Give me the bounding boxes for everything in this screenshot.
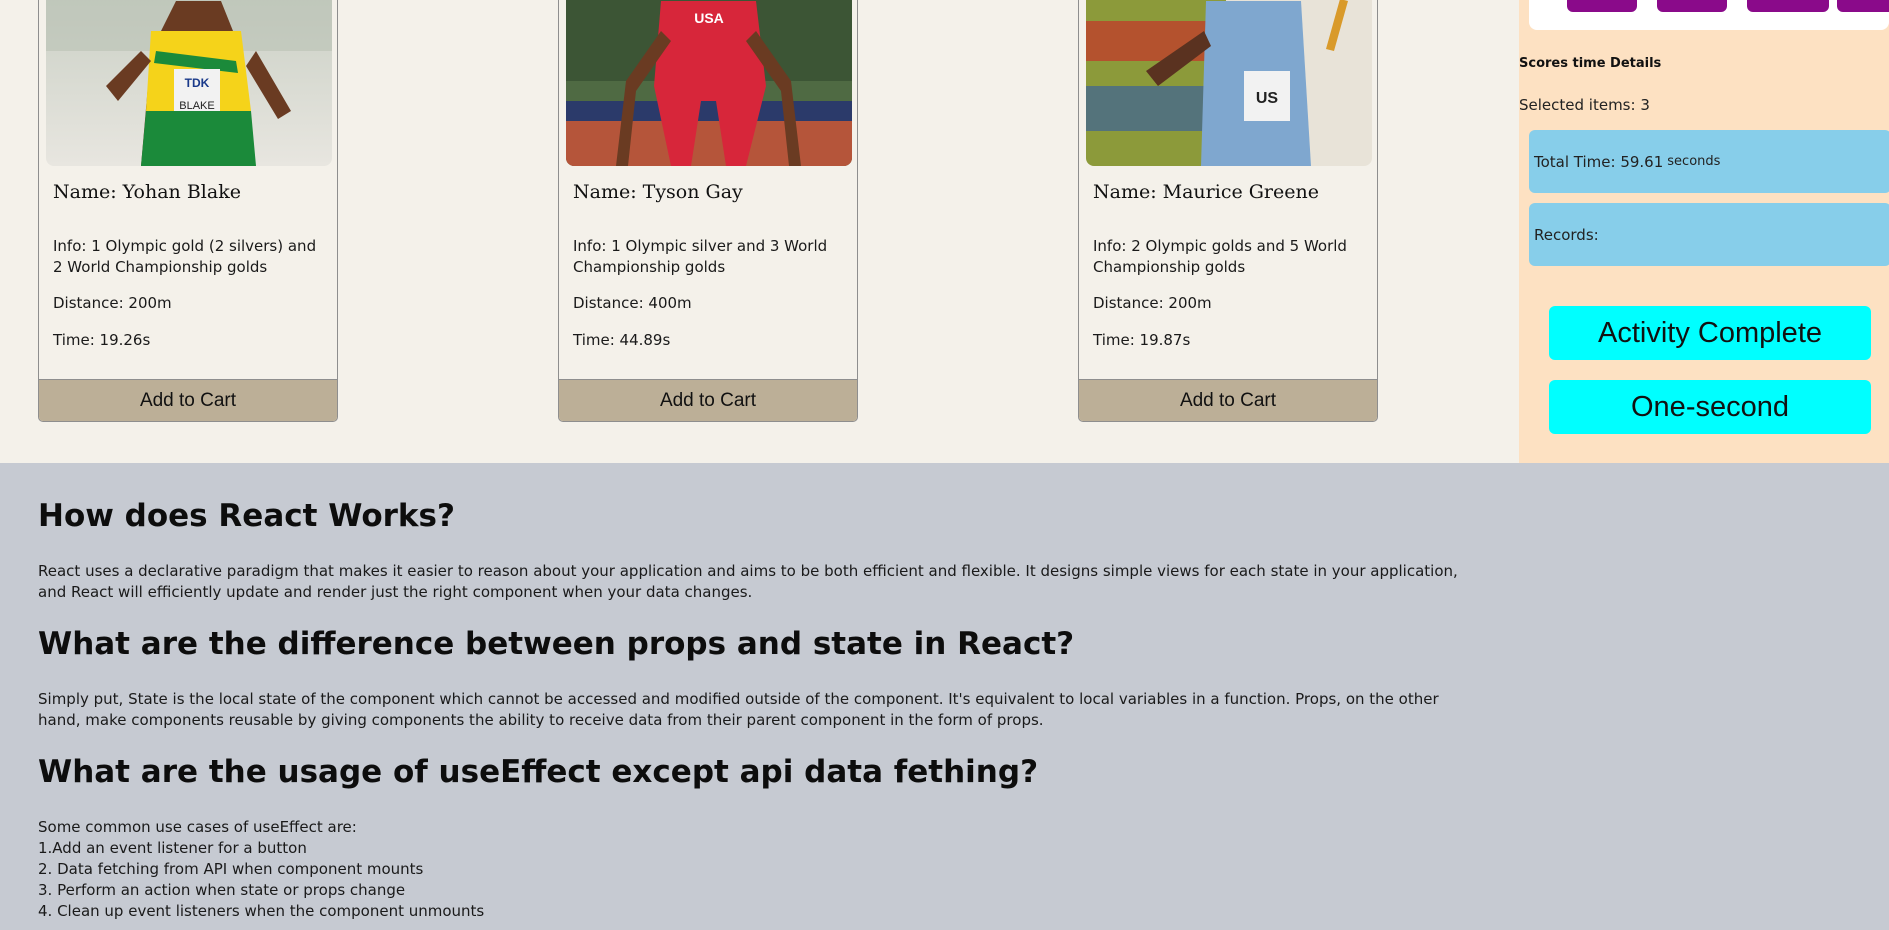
svg-text:US: US: [1256, 90, 1279, 107]
athlete-photo: US: [1086, 0, 1372, 166]
svg-text:BLAKE: BLAKE: [179, 100, 214, 112]
athlete-card: US Name: Maurice Greene Info: 2 Olympic …: [1078, 0, 1378, 422]
add-to-cart-button[interactable]: Add to Cart: [39, 379, 337, 421]
faq-question: What are the difference between props an…: [38, 626, 1075, 662]
athlete-card: TDK BLAKE Name: Yohan Blake Info: 1 Olym…: [38, 0, 338, 422]
break-option-button[interactable]: [1837, 0, 1889, 12]
athlete-distance: Distance: 200m: [1093, 294, 1212, 312]
faq-question: How does React Works?: [38, 498, 455, 534]
break-option-button[interactable]: [1747, 0, 1829, 12]
break-option-button[interactable]: [1567, 0, 1637, 12]
break-option-button[interactable]: [1657, 0, 1727, 12]
list-item: Some common use cases of useEffect are:: [38, 818, 357, 836]
records-box: Records:: [1529, 203, 1889, 266]
add-to-cart-button[interactable]: Add to Cart: [559, 379, 857, 421]
athlete-photo: TDK BLAKE: [46, 0, 332, 166]
list-item: 2. Data fetching from API when component…: [38, 860, 424, 878]
athlete-name: Name: Maurice Greene: [1093, 181, 1319, 203]
one-second-button[interactable]: One-second: [1549, 380, 1871, 434]
faq-answer: React uses a declarative paradigm that m…: [38, 562, 1458, 601]
athlete-distance: Distance: 400m: [573, 294, 692, 312]
scores-sidebar: Scores time Details Selected items: 3 To…: [1519, 0, 1889, 463]
athlete-info: Info: 1 Olympic silver and 3 World Champ…: [573, 237, 828, 276]
athlete-distance: Distance: 200m: [53, 294, 172, 312]
athlete-photo: USA: [566, 0, 852, 166]
activity-complete-button[interactable]: Activity Complete: [1549, 306, 1871, 360]
list-item: 1.Add an event listener for a button: [38, 839, 307, 857]
athlete-time: Time: 19.87s: [1093, 331, 1191, 349]
list-item: 4. Clean up event listeners when the com…: [38, 902, 485, 920]
athlete-info: Info: 2 Olympic golds and 5 World Champi…: [1093, 237, 1347, 276]
athlete-time: Time: 19.26s: [53, 331, 151, 349]
total-time-box: Total Time: 59.61 seconds: [1529, 130, 1889, 193]
svg-text:TDK: TDK: [185, 76, 210, 90]
athlete-name: Name: Yohan Blake: [53, 181, 241, 203]
total-time-value: Total Time: 59.61: [1534, 152, 1664, 171]
total-time-unit: seconds: [1667, 154, 1721, 169]
add-to-cart-button[interactable]: Add to Cart: [1079, 379, 1377, 421]
list-item: 3. Perform an action when state or props…: [38, 881, 406, 899]
athlete-card: USA Name: Tyson Gay Info: 1 Olympic silv…: [558, 0, 858, 422]
scores-heading: Scores time Details: [1519, 56, 1662, 71]
svg-text:USA: USA: [694, 10, 724, 26]
break-time-card: [1529, 0, 1889, 30]
selected-items-count: Selected items: 3: [1519, 96, 1650, 114]
faq-answer-list: Some common use cases of useEffect are: …: [38, 817, 1468, 922]
faq-question: What are the usage of useEffect except a…: [38, 754, 1039, 790]
faq-answer: Simply put, State is the local state of …: [38, 690, 1439, 729]
athlete-time: Time: 44.89s: [573, 331, 671, 349]
athlete-cards-section: TDK BLAKE Name: Yohan Blake Info: 1 Olym…: [0, 0, 1519, 463]
athlete-info: Info: 1 Olympic gold (2 silvers) and 2 W…: [53, 237, 317, 276]
records-label: Records:: [1534, 225, 1599, 244]
athlete-name: Name: Tyson Gay: [573, 181, 743, 203]
